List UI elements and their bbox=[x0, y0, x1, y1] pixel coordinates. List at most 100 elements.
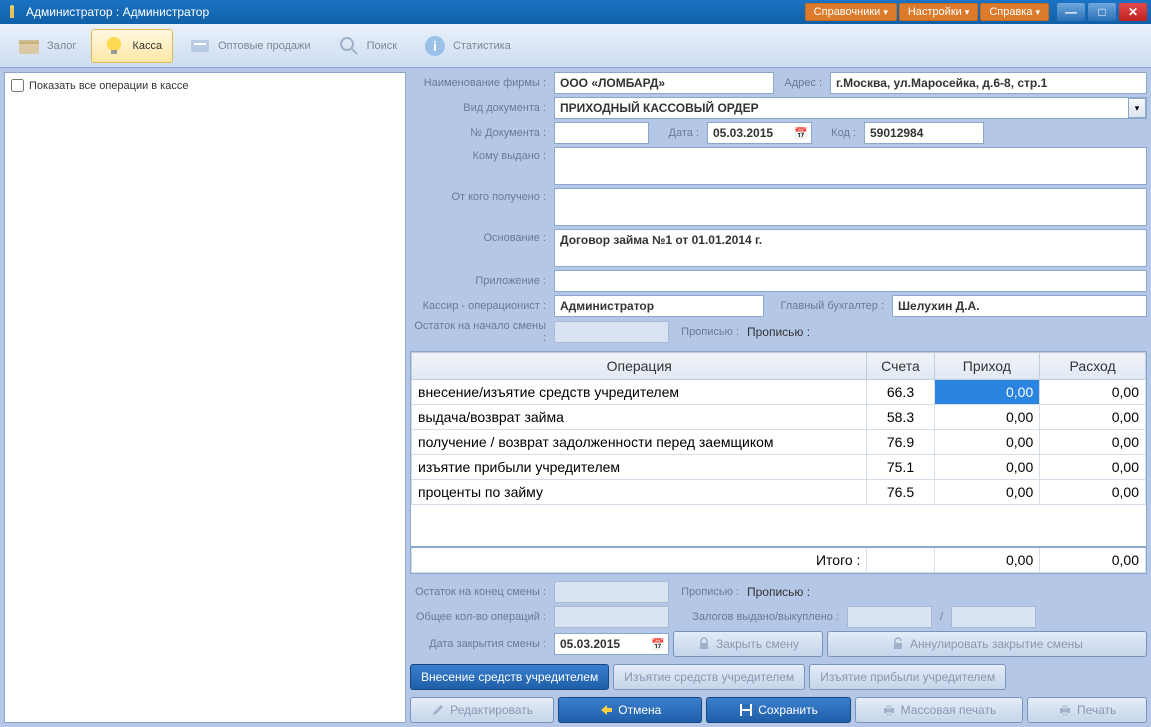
show-all-label: Показать все операции в кассе bbox=[29, 80, 188, 92]
firm-input[interactable] bbox=[554, 72, 774, 94]
doctype-dropdown-button[interactable]: ▾ bbox=[1128, 98, 1146, 118]
window-buttons: — □ ✕ bbox=[1057, 3, 1147, 21]
close-button[interactable]: ✕ bbox=[1119, 3, 1147, 21]
col-account: Счета bbox=[867, 353, 934, 380]
propis-start-value: Прописью : bbox=[747, 325, 810, 339]
pencil-icon bbox=[431, 703, 445, 717]
cell-out: 0,00 bbox=[1040, 430, 1146, 455]
save-button[interactable]: Сохранить bbox=[706, 697, 850, 723]
code-input[interactable] bbox=[864, 122, 984, 144]
tab-zalog-label: Залог bbox=[47, 40, 76, 52]
komu-label: Кому выдано : bbox=[410, 147, 550, 162]
minimize-button[interactable]: — bbox=[1057, 3, 1085, 21]
wholesale-icon bbox=[188, 34, 212, 58]
tab-zalog[interactable]: Залог bbox=[6, 29, 87, 63]
total-empty bbox=[867, 547, 934, 573]
slash-label: / bbox=[936, 611, 947, 623]
tab-search[interactable]: Поиск bbox=[326, 29, 408, 63]
opcount-value bbox=[554, 606, 669, 628]
close-shift-button[interactable]: Закрыть смену bbox=[673, 631, 823, 657]
cell-op: проценты по займу bbox=[412, 480, 867, 505]
print-button[interactable]: Печать bbox=[1027, 697, 1147, 723]
date-label: Дата : bbox=[653, 127, 703, 139]
closedate-label: Дата закрытия смены : bbox=[410, 638, 550, 650]
cell-op: получение / возврат задолженности перед … bbox=[412, 430, 867, 455]
cancel-button[interactable]: Отмена bbox=[558, 697, 702, 723]
table-row[interactable]: внесение/изъятие средств учредителем66.3… bbox=[412, 380, 1146, 405]
search-icon bbox=[337, 34, 361, 58]
zalog-icon bbox=[17, 34, 41, 58]
col-operation: Операция bbox=[412, 353, 867, 380]
table-row[interactable]: выдача/возврат займа58.30,000,00 bbox=[412, 405, 1146, 430]
unlock-icon bbox=[891, 637, 905, 651]
balance-end-value bbox=[554, 581, 669, 603]
chiefacc-input[interactable] bbox=[892, 295, 1147, 317]
withdraw-profit-button[interactable]: Изъятие прибыли учредителем bbox=[809, 664, 1006, 690]
otkogo-input[interactable] bbox=[554, 188, 1147, 226]
code-label: Код : bbox=[816, 127, 860, 139]
tab-kassa-label: Касса bbox=[132, 40, 162, 52]
komu-input[interactable] bbox=[554, 147, 1147, 185]
cancel-close-button[interactable]: Аннулировать закрытие смены bbox=[827, 631, 1147, 657]
main-area: Показать все операции в кассе Наименован… bbox=[0, 68, 1151, 727]
app-input[interactable] bbox=[554, 270, 1147, 292]
propis-start-label: Прописью : bbox=[673, 326, 743, 338]
opcount-label: Общее кол-во операций : bbox=[410, 611, 550, 623]
back-icon bbox=[599, 703, 613, 717]
maximize-button[interactable]: □ bbox=[1088, 3, 1116, 21]
show-all-checkbox[interactable] bbox=[11, 79, 24, 92]
tab-kassa[interactable]: Касса bbox=[91, 29, 173, 63]
firm-label: Наименование фирмы : bbox=[410, 77, 550, 89]
menu-references[interactable]: Справочники bbox=[805, 3, 897, 21]
table-row[interactable]: изъятие прибыли учредителем75.10,000,00 bbox=[412, 455, 1146, 480]
cashier-input[interactable] bbox=[554, 295, 764, 317]
cell-acct: 58.3 bbox=[867, 405, 934, 430]
deposit-founder-button[interactable]: Внесение средств учредителем bbox=[410, 664, 609, 690]
otkogo-label: От кого получено : bbox=[410, 188, 550, 203]
basis-label: Основание : bbox=[410, 229, 550, 244]
operations-table: Операция Счета Приход Расход внесение/из… bbox=[411, 352, 1146, 505]
calendar-icon-2[interactable]: 📅 bbox=[649, 635, 667, 653]
cell-op: внесение/изъятие средств учредителем bbox=[412, 380, 867, 405]
cell-acct: 66.3 bbox=[867, 380, 934, 405]
left-panel: Показать все операции в кассе bbox=[4, 72, 406, 723]
disk-icon bbox=[739, 703, 753, 717]
show-all-checkbox-row[interactable]: Показать все операции в кассе bbox=[9, 77, 401, 94]
info-icon: i bbox=[423, 34, 447, 58]
total-row: Итого : 0,00 0,00 bbox=[412, 547, 1146, 573]
svg-text:i: i bbox=[433, 38, 437, 54]
balance-start-label: Остаток на начало смены : bbox=[410, 320, 550, 344]
title-text: Администратор : Администратор bbox=[26, 5, 805, 19]
doctype-input[interactable] bbox=[554, 97, 1147, 119]
cell-acct: 76.9 bbox=[867, 430, 934, 455]
zalogs-label: Залогов выдано/выкуплено : bbox=[673, 611, 843, 623]
table-row[interactable]: получение / возврат задолженности перед … bbox=[412, 430, 1146, 455]
menu-help[interactable]: Справка bbox=[980, 3, 1049, 21]
balance-end-label: Остаток на конец смены : bbox=[410, 586, 550, 598]
propis-end-value: Прописью : bbox=[747, 585, 810, 599]
tab-wholesale[interactable]: Оптовые продажи bbox=[177, 29, 321, 63]
total-label: Итого : bbox=[412, 547, 867, 573]
edit-button[interactable]: Редактировать bbox=[410, 697, 554, 723]
cell-in: 0,00 bbox=[934, 405, 1040, 430]
print-icon bbox=[882, 703, 896, 717]
withdraw-founder-button[interactable]: Изъятие средств учредителем bbox=[613, 664, 805, 690]
cell-out: 0,00 bbox=[1040, 380, 1146, 405]
tab-search-label: Поиск bbox=[367, 40, 397, 52]
table-row[interactable]: проценты по займу76.50,000,00 bbox=[412, 480, 1146, 505]
tab-stats-label: Статистика bbox=[453, 40, 511, 52]
lock-icon bbox=[697, 637, 711, 651]
mass-print-button[interactable]: Массовая печать bbox=[855, 697, 1024, 723]
doctype-label: Вид документа : bbox=[410, 102, 550, 114]
basis-input[interactable] bbox=[554, 229, 1147, 267]
menu-settings[interactable]: Настройки bbox=[899, 3, 978, 21]
calendar-icon[interactable]: 📅 bbox=[792, 124, 810, 142]
addr-input[interactable] bbox=[830, 72, 1147, 94]
propis-end-label: Прописью : bbox=[673, 586, 743, 598]
total-in: 0,00 bbox=[934, 547, 1040, 573]
cell-in[interactable]: 0,00 bbox=[934, 380, 1040, 405]
tab-stats[interactable]: i Статистика bbox=[412, 29, 522, 63]
docnum-input[interactable] bbox=[554, 122, 649, 144]
cell-in: 0,00 bbox=[934, 430, 1040, 455]
cell-op: выдача/возврат займа bbox=[412, 405, 867, 430]
